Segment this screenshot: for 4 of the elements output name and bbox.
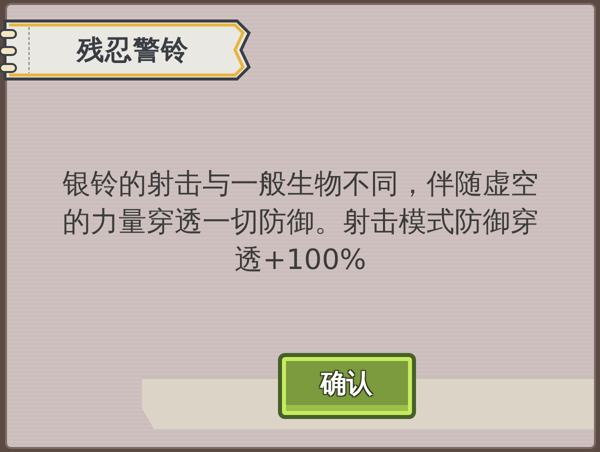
- binder-rings-icon: [0, 29, 17, 73]
- confirm-button[interactable]: 确认: [278, 353, 416, 419]
- dialog-title: 残忍警铃: [77, 34, 189, 68]
- dialog-description: 银铃的射击与一般生物不同，伴随虚空的力量穿透一切防御。射击模式防御穿透+100%: [62, 166, 540, 278]
